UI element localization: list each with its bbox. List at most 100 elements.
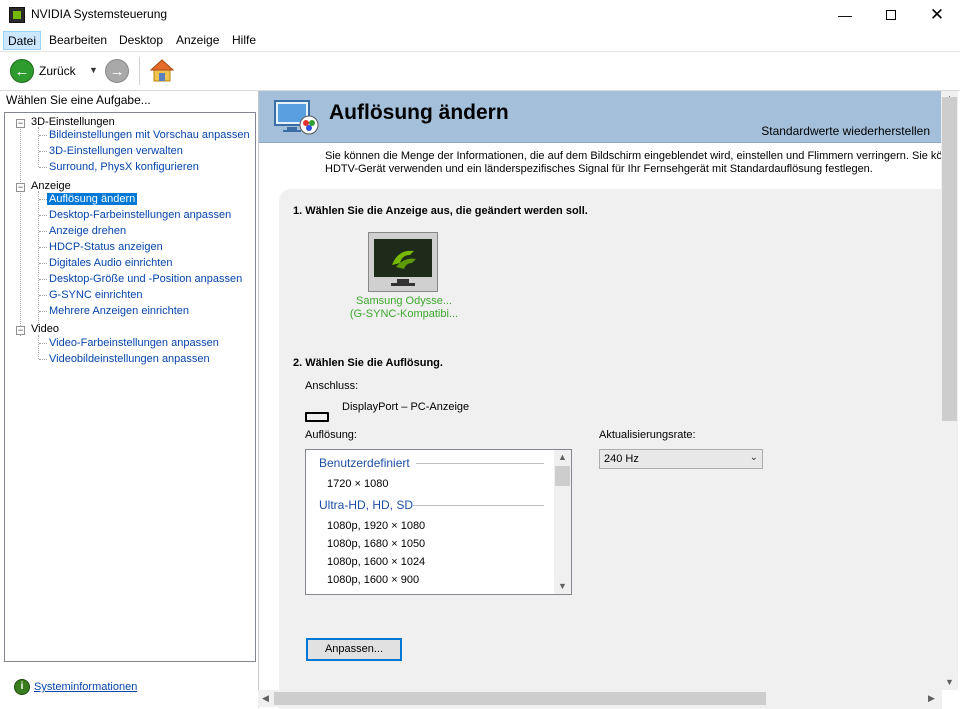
settings-area: 1. Wählen Sie die Anzeige aus, die geänd… [279,189,942,709]
tree-line [39,167,47,168]
tree-toggle-3d[interactable]: − [16,119,25,128]
sidebar-item-multiple-displays[interactable]: Mehrere Anzeigen einrichten [49,305,189,317]
content-panel: Auflösung ändern Standardwerte wiederher… [258,91,958,709]
menu-desktop[interactable]: Desktop [115,31,167,50]
page-header: Auflösung ändern Standardwerte wiederher… [259,91,942,143]
sidebar-item-video-color[interactable]: Video-Farbeinstellungen anpassen [49,337,219,349]
sidebar-item-surround-physx[interactable]: Surround, PhysX konfigurieren [49,161,199,173]
back-arrow-icon: ← [10,59,34,83]
sidebar-item-video-image[interactable]: Videobildeinstellungen anpassen [49,353,210,365]
tree-category-display[interactable]: Anzeige [31,180,71,192]
resolution-group-uhd: Ultra-HD, HD, SD [319,498,414,512]
tree-line [39,295,47,296]
system-info-icon: i [14,679,30,695]
sidebar-item-desktop-size[interactable]: Desktop-Größe und -Position anpassen [49,273,242,285]
customize-button[interactable]: Anpassen... [306,638,402,661]
sidebar-item-rotate-display[interactable]: Anzeige drehen [49,225,126,237]
connection-label: Anschluss: [305,380,359,392]
display-selector-samsung[interactable] [368,232,438,292]
toolbar-divider [139,57,140,85]
forward-button[interactable]: → [105,59,129,83]
page-description: Sie können die Menge der Informationen, … [325,150,941,176]
refresh-rate-label: Aktualisierungsrate: [599,429,696,441]
resolution-label: Auflösung: [305,429,357,441]
display-monitor-icon [374,239,432,277]
tree-toggle-video[interactable]: − [16,326,25,335]
chevron-down-icon: ⌄ [749,452,758,463]
sidebar-item-image-settings-preview[interactable]: Bildeinstellungen mit Vorschau anpassen [49,129,250,141]
step1-title: 1. Wählen Sie die Anzeige aus, die geänd… [293,205,588,217]
sidebar-item-digital-audio[interactable]: Digitales Audio einrichten [49,257,173,269]
sidebar-item-gsync[interactable]: G-SYNC einrichten [49,289,143,301]
sidebar-item-change-resolution[interactable]: Auflösung ändern [47,193,138,205]
sidebar-item-manage-3d-settings[interactable]: 3D-Einstellungen verwalten [49,145,183,157]
group-divider [413,505,544,506]
menu-hilfe[interactable]: Hilfe [228,31,260,50]
refresh-rate-select[interactable]: 240 Hz ⌄ [599,449,763,469]
displayport-icon [305,412,329,422]
tree-toggle-display[interactable]: − [16,183,25,192]
resolution-group-custom: Benutzerdefiniert [319,456,410,470]
resolution-option[interactable]: 1720 × 1080 [327,478,388,490]
forward-arrow-icon: → [105,59,129,83]
scroll-down-icon[interactable]: ▼ [945,677,954,687]
sidebar-item-desktop-color[interactable]: Desktop-Farbeinstellungen anpassen [49,209,231,221]
scroll-thumb[interactable] [274,692,766,705]
display-settings-icon [274,100,319,135]
content-vertical-scrollbar[interactable]: ▲ ▼ [941,91,958,690]
scroll-up-icon[interactable]: ▲ [558,452,567,462]
resolution-option[interactable]: 1080p, 1600 × 1024 [327,556,425,568]
restore-defaults-link[interactable]: Standardwerte wiederherstellen [761,124,930,138]
tree-line [38,127,39,167]
display-name[interactable]: Samsung Odysse... (G-SYNC-Kompatibi... [324,295,484,321]
resolution-option[interactable]: 1080p, 1680 × 1050 [327,538,425,550]
page-title: Auflösung ändern [329,101,509,124]
tree-category-3d-settings[interactable]: 3D-Einstellungen [31,116,115,128]
tree-line [20,126,21,336]
back-label: Zurück [39,64,76,78]
tree-line [39,263,47,264]
scroll-left-icon[interactable]: ◀ [262,693,269,704]
close-icon: ✕ [929,5,945,24]
connection-value: DisplayPort – PC-Anzeige [342,401,470,413]
minimize-button[interactable]: — [822,0,868,30]
tree-line [39,359,47,360]
tree-line [39,151,47,152]
menu-bearbeiten[interactable]: Bearbeiten [45,31,111,50]
window-title: NVIDIA Systemsteuerung [31,7,168,21]
scroll-thumb[interactable] [942,97,957,421]
tree-line [39,231,47,232]
tree-line [39,343,47,344]
description-line-2: HDTV-Gerät verwenden und ein länderspezi… [325,163,873,175]
back-history-dropdown-icon[interactable]: ▼ [89,65,98,75]
tree-line [38,191,39,327]
menu-datei[interactable]: Datei [3,31,42,50]
sidebar-item-hdcp-status[interactable]: HDCP-Status anzeigen [49,241,163,253]
tree-line [39,247,47,248]
back-button[interactable]: ← Zurück [10,59,76,83]
tree-line [39,215,47,216]
scroll-down-icon[interactable]: ▼ [558,581,567,591]
resolution-option[interactable]: 1080p, 1920 × 1080 [327,520,425,532]
menu-anzeige[interactable]: Anzeige [172,31,223,50]
title-bar: NVIDIA Systemsteuerung — ✕ [0,0,960,30]
scroll-right-icon[interactable]: ▶ [928,693,935,704]
scroll-thumb[interactable] [555,466,570,486]
nvidia-control-panel-icon [9,7,25,23]
resolution-list-scrollbar[interactable]: ▲ ▼ [554,450,571,594]
close-button[interactable]: ✕ [914,0,960,30]
home-icon [149,59,175,82]
maximize-icon [886,10,896,20]
home-button[interactable] [149,58,175,84]
resolution-option[interactable]: 1080p, 1600 × 900 [327,574,419,586]
minimize-icon: — [838,7,852,23]
tree-line [39,311,47,312]
description-line-1: Sie können die Menge der Informationen, … [325,150,941,162]
tree-category-video[interactable]: Video [31,323,59,335]
tree-line [39,135,47,136]
content-horizontal-scrollbar[interactable]: ◀ ▶ [258,690,941,707]
system-info-link[interactable]: Systeminformationen [34,681,137,693]
maximize-button[interactable] [868,0,914,30]
resolution-list[interactable]: Benutzerdefiniert 1720 × 1080 Ultra-HD, … [305,449,572,595]
monitor-base [391,283,415,286]
